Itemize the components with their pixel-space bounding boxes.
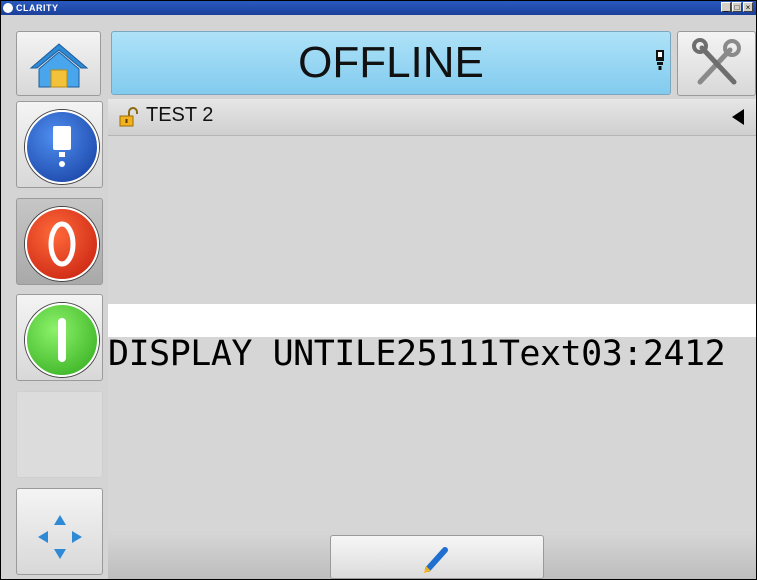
window-title: CLARITY [16, 3, 59, 13]
app-logo-icon [3, 3, 13, 13]
job-bar[interactable]: TEST 2 [108, 99, 756, 136]
collapse-arrow-icon[interactable] [732, 109, 744, 125]
stop-icon [25, 207, 99, 281]
navigation-arrows-icon [38, 515, 82, 559]
tools-icon [692, 38, 741, 85]
message-preview-area: TEST 2 DISPLAY UNTILE25111Text03:2412 [108, 99, 756, 532]
empty-slot [16, 391, 103, 478]
info-ink-icon [25, 110, 99, 184]
minimize-button[interactable]: _ [721, 2, 731, 12]
printer-status-bar[interactable]: OFFLINE [111, 31, 671, 95]
app-window: CLARITY _ □ × OFFLINE TEST 2 DISPLAY UNT… [0, 0, 757, 580]
close-button[interactable]: × [743, 2, 753, 12]
edit-button[interactable] [330, 535, 544, 579]
home-icon [29, 43, 89, 88]
tools-button[interactable] [677, 31, 756, 96]
start-icon [25, 303, 99, 377]
job-name: TEST 2 [146, 104, 214, 126]
stop-button[interactable] [16, 198, 103, 285]
unlocked-padlock-icon [119, 107, 138, 127]
ink-info-button[interactable] [16, 101, 103, 188]
title-bar: CLARITY _ □ × [1, 1, 756, 15]
message-text: DISPLAY UNTILE25111Text03:2412 [108, 334, 726, 374]
message-strip [108, 304, 756, 337]
maximize-button[interactable]: □ [732, 2, 742, 12]
ink-cartridge-icon [656, 50, 664, 70]
home-button[interactable] [16, 31, 101, 96]
navigation-button[interactable] [16, 488, 103, 575]
bottom-toolbar [108, 533, 756, 579]
start-button[interactable] [16, 294, 103, 381]
pencil-icon [424, 547, 448, 573]
status-text: OFFLINE [298, 38, 484, 87]
